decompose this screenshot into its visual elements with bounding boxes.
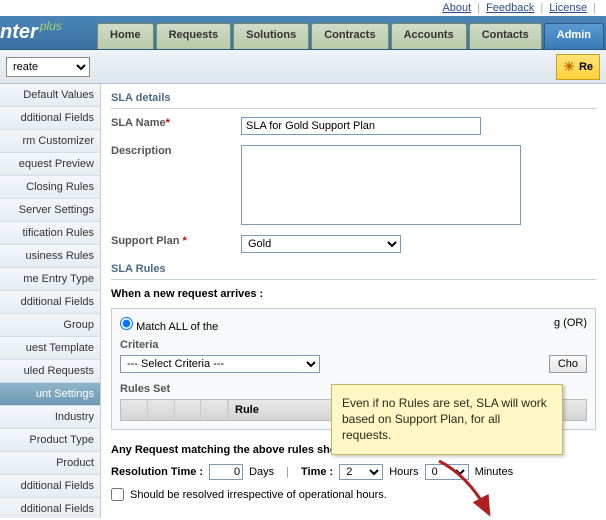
days-input[interactable] — [209, 464, 243, 480]
logo-suffix: plus — [40, 19, 62, 33]
sidebar-item[interactable]: dditional Fields — [0, 498, 100, 518]
about-link[interactable]: About — [442, 2, 471, 14]
re-button-label: Re — [579, 61, 593, 73]
nav-solutions[interactable]: Solutions — [233, 23, 309, 49]
choose-button[interactable]: Cho — [549, 355, 587, 373]
license-link[interactable]: License — [549, 2, 587, 14]
separator: | — [477, 2, 480, 14]
nav-accounts[interactable]: Accounts — [391, 23, 467, 49]
support-plan-label: Support Plan * — [111, 235, 241, 247]
sla-name-label: SLA Name* — [111, 117, 241, 129]
separator: | — [286, 466, 289, 478]
time-label: Time : — [301, 466, 333, 478]
sidebar-item[interactable]: Industry — [0, 406, 100, 429]
grid-spacer — [121, 400, 229, 420]
sidebar-item[interactable]: equest Preview — [0, 153, 100, 176]
sidebar-item[interactable]: unt Settings — [0, 383, 100, 406]
sla-details-title: SLA details — [111, 92, 596, 109]
or-label: g (OR) — [554, 317, 587, 333]
days-label: Days — [249, 466, 274, 478]
separator: | — [540, 2, 543, 14]
sla-name-row: SLA Name* — [111, 117, 596, 135]
resolution-time-row: Resolution Time : Days | Time : 2 Hours … — [111, 464, 596, 480]
hours-label: Hours — [389, 466, 418, 478]
sidebar-item[interactable]: Group — [0, 314, 100, 337]
sidebar-item[interactable]: Server Settings — [0, 199, 100, 222]
nav-contracts[interactable]: Contracts — [311, 23, 388, 49]
irrespective-row: Should be resolved irrespective of opera… — [111, 488, 596, 501]
when-request-label: When a new request arrives : — [111, 288, 596, 300]
logo: nter plus — [0, 21, 62, 44]
feedback-link[interactable]: Feedback — [486, 2, 534, 14]
description-row: Description — [111, 145, 596, 225]
sla-name-input[interactable] — [241, 117, 481, 135]
resolution-time-label: Resolution Time : — [111, 466, 203, 478]
criteria-row: --- Select Criteria --- Cho — [120, 355, 587, 373]
top-link-bar: About | Feedback | License | — [0, 0, 606, 16]
sla-rules-title: SLA Rules — [111, 263, 596, 280]
annotation-callout: Even if no Rules are set, SLA will work … — [331, 384, 563, 455]
irrespective-label: Should be resolved irrespective of opera… — [130, 489, 387, 501]
minutes-label: Minutes — [475, 466, 514, 478]
criteria-select[interactable]: --- Select Criteria --- — [120, 355, 320, 373]
re-button[interactable]: ☀ Re — [556, 54, 600, 80]
sidebar-item[interactable]: usiness Rules — [0, 245, 100, 268]
sidebar-item[interactable]: uest Template — [0, 337, 100, 360]
match-all-radio-input[interactable] — [120, 317, 133, 330]
main-nav: Home Requests Solutions Contracts Accoun… — [97, 23, 606, 49]
logo-text: nter — [0, 21, 38, 44]
nav-home[interactable]: Home — [97, 23, 154, 49]
sidebar-item[interactable]: uled Requests — [0, 360, 100, 383]
sidebar-item[interactable]: dditional Fields — [0, 107, 100, 130]
description-input[interactable] — [241, 145, 521, 225]
hours-select[interactable]: 2 — [339, 464, 383, 480]
main-layout: Default Valuesdditional Fieldsrm Customi… — [0, 84, 606, 518]
content-area: SLA details SLA Name* Description Suppor… — [101, 84, 606, 518]
bulb-icon: ☀ — [563, 59, 575, 75]
nav-admin[interactable]: Admin — [544, 23, 604, 49]
sub-toolbar: reate ☀ Re — [0, 50, 606, 84]
nav-contacts[interactable]: Contacts — [469, 23, 542, 49]
criteria-label: Criteria — [120, 339, 587, 351]
sidebar-item[interactable]: dditional Fields — [0, 291, 100, 314]
sidebar-item[interactable]: me Entry Type — [0, 268, 100, 291]
nav-requests[interactable]: Requests — [156, 23, 232, 49]
separator: | — [593, 2, 596, 14]
minutes-select[interactable]: 0 — [425, 464, 469, 480]
sidebar-item[interactable]: Product — [0, 452, 100, 475]
sidebar-item[interactable]: Product Type — [0, 429, 100, 452]
support-plan-select[interactable]: Gold — [241, 235, 401, 253]
header: nter plus Home Requests Solutions Contra… — [0, 16, 606, 50]
match-row: Match ALL of the g (OR) — [120, 317, 587, 333]
description-label: Description — [111, 145, 241, 157]
support-plan-row: Support Plan * Gold — [111, 235, 596, 253]
sidebar: Default Valuesdditional Fieldsrm Customi… — [0, 84, 101, 518]
sidebar-item[interactable]: dditional Fields — [0, 475, 100, 498]
sidebar-item[interactable]: rm Customizer — [0, 130, 100, 153]
irrespective-checkbox[interactable] — [111, 488, 124, 501]
sidebar-item[interactable]: Closing Rules — [0, 176, 100, 199]
sidebar-item[interactable]: tification Rules — [0, 222, 100, 245]
rule-column-header: Rule — [229, 404, 259, 416]
sidebar-item[interactable]: Default Values — [0, 84, 100, 107]
create-select[interactable]: reate — [6, 57, 90, 77]
match-all-radio[interactable]: Match ALL of the — [120, 317, 218, 333]
